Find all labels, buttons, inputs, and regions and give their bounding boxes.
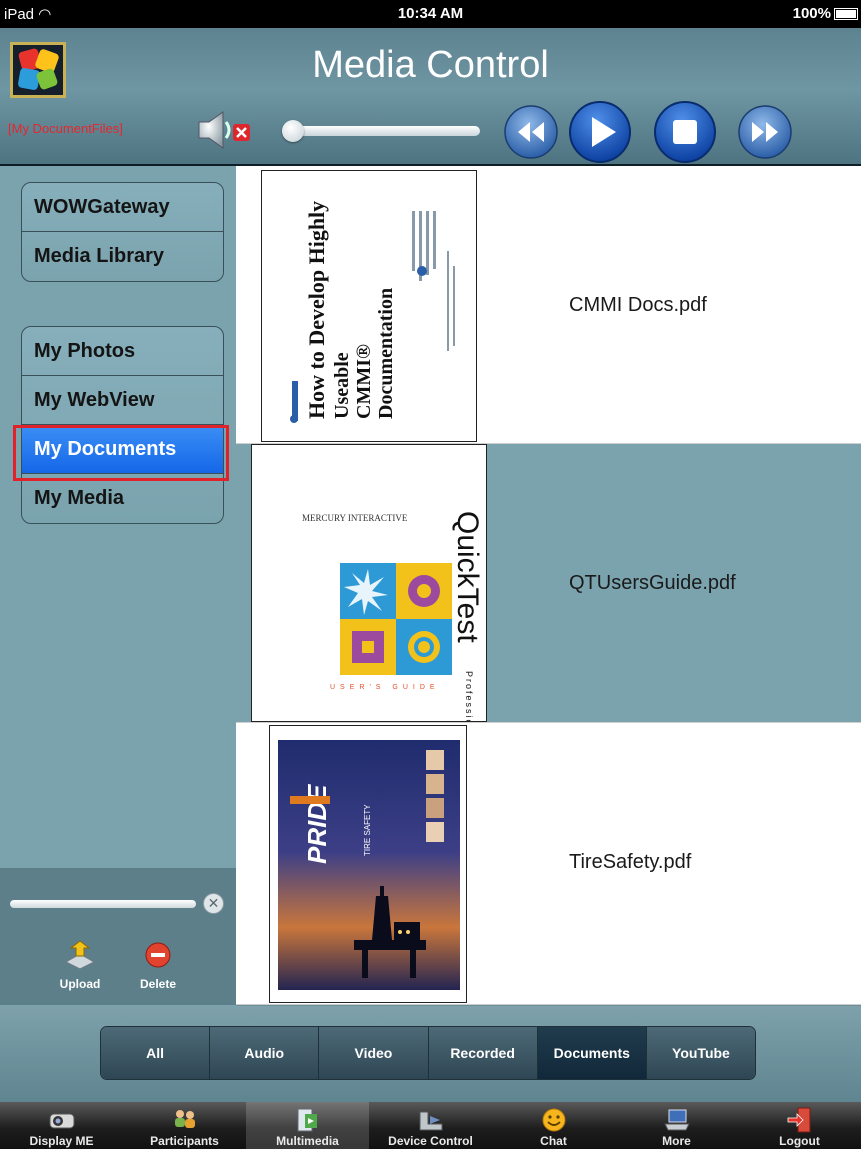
device-control-icon bbox=[419, 1111, 442, 1131]
logout-icon bbox=[787, 1107, 810, 1133]
tab-chat[interactable]: Chat bbox=[492, 1102, 615, 1149]
volume-slider-knob[interactable] bbox=[282, 120, 304, 142]
volume-slider-track[interactable] bbox=[284, 126, 480, 136]
sidebar-actions: ✕ Upload Delete bbox=[0, 868, 236, 1005]
tab-label: Chat bbox=[540, 1134, 567, 1148]
tab-label: Display ME bbox=[29, 1134, 94, 1148]
stop-icon[interactable] bbox=[653, 100, 717, 164]
upload-icon bbox=[64, 940, 96, 970]
thumb-title: QuickTest bbox=[451, 511, 484, 643]
thumb-subtitle: TIRE SAFETY bbox=[363, 804, 372, 856]
clock: 10:34 AM bbox=[397, 5, 464, 22]
speaker-muted-icon[interactable] bbox=[193, 108, 253, 152]
current-folder-label: [My DocumentFiles] bbox=[8, 121, 123, 136]
thumb-title-line2: Useable bbox=[331, 352, 353, 419]
list-item[interactable]: MERCURY INTERACTIVE QuickTest Profession… bbox=[236, 444, 861, 723]
play-icon[interactable] bbox=[568, 100, 632, 164]
progress-slider[interactable] bbox=[10, 900, 196, 908]
upload-label: Upload bbox=[59, 977, 101, 991]
tab-bar: Display ME Participants Multimedia Devic… bbox=[0, 1102, 861, 1149]
tab-label: Multimedia bbox=[276, 1134, 339, 1148]
laptop-icon bbox=[663, 1109, 690, 1131]
rewind-icon[interactable] bbox=[503, 104, 559, 160]
page-title: Media Control bbox=[312, 44, 549, 86]
delete-label: Delete bbox=[139, 977, 177, 991]
media-control-header: Media Control [My DocumentFiles] bbox=[0, 28, 861, 166]
tab-logout[interactable]: Logout bbox=[738, 1102, 861, 1149]
projector-icon bbox=[49, 1113, 74, 1129]
document-thumbnail: How to Develop Highly Useable CMMI® Docu… bbox=[261, 170, 477, 442]
tab-more[interactable]: More bbox=[615, 1102, 738, 1149]
tab-label: Device Control bbox=[388, 1134, 473, 1148]
filter-all[interactable]: All bbox=[101, 1027, 211, 1079]
sidebar-item-my-media[interactable]: My Media bbox=[22, 474, 223, 523]
thumb-title-line1: How to Develop Highly bbox=[304, 201, 329, 419]
sidebar-item-my-webview[interactable]: My WebView bbox=[22, 376, 223, 425]
tab-device-control[interactable]: Device Control bbox=[369, 1102, 492, 1149]
upload-button[interactable]: Upload bbox=[50, 940, 110, 991]
thumb-brand: MERCURY INTERACTIVE bbox=[302, 513, 408, 523]
list-item[interactable]: How to Develop Highly Useable CMMI® Docu… bbox=[236, 166, 861, 444]
battery-percent: 100% bbox=[792, 5, 831, 22]
tab-label: More bbox=[662, 1134, 691, 1148]
thumb-brand: PRIDE bbox=[302, 784, 332, 864]
clear-icon[interactable]: ✕ bbox=[203, 893, 224, 914]
sidebar-item-my-photos[interactable]: My Photos bbox=[22, 327, 223, 376]
smiley-icon bbox=[542, 1108, 565, 1132]
document-thumbnail: MERCURY INTERACTIVE QuickTest Profession… bbox=[251, 444, 487, 722]
tab-label: Logout bbox=[779, 1134, 820, 1148]
thumb-footer: USER'S GUIDE bbox=[330, 684, 440, 691]
filter-audio[interactable]: Audio bbox=[210, 1027, 320, 1079]
fast-forward-icon[interactable] bbox=[737, 104, 793, 160]
delete-icon bbox=[145, 942, 171, 968]
multimedia-icon bbox=[297, 1108, 317, 1132]
tab-label: Participants bbox=[150, 1134, 219, 1148]
filter-recorded[interactable]: Recorded bbox=[428, 1027, 538, 1079]
document-list: How to Develop Highly Useable CMMI® Docu… bbox=[236, 166, 861, 1005]
filter-video[interactable]: Video bbox=[319, 1027, 429, 1079]
tab-display-me[interactable]: Display ME bbox=[0, 1102, 123, 1149]
media-type-filter: All Audio Video Recorded Documents YouTu… bbox=[100, 1026, 756, 1080]
filter-youtube[interactable]: YouTube bbox=[646, 1027, 755, 1079]
gateway-nav-group: WOWGateway Media Library bbox=[21, 182, 224, 282]
filter-bar: All Audio Video Recorded Documents YouTu… bbox=[0, 1006, 861, 1102]
battery-icon bbox=[834, 8, 858, 20]
tab-multimedia[interactable]: Multimedia bbox=[246, 1102, 369, 1149]
document-name: TireSafety.pdf bbox=[569, 851, 692, 873]
sidebar-item-media-library[interactable]: Media Library bbox=[22, 232, 223, 281]
status-bar: iPad ◠ 10:34 AM 100% bbox=[0, 0, 861, 28]
filter-documents[interactable]: Documents bbox=[537, 1027, 647, 1079]
selection-highlight bbox=[13, 425, 229, 481]
document-name: QTUsersGuide.pdf bbox=[569, 572, 736, 594]
thumb-title-line3: CMMI® bbox=[353, 344, 375, 419]
tab-participants[interactable]: Participants bbox=[123, 1102, 246, 1149]
document-name: CMMI Docs.pdf bbox=[569, 294, 707, 316]
sidebar-item-wowgateway[interactable]: WOWGateway bbox=[22, 183, 223, 232]
delete-button[interactable]: Delete bbox=[128, 940, 188, 991]
participants-icon bbox=[174, 1110, 195, 1128]
thumb-subtitle: Professional bbox=[464, 671, 474, 722]
list-item[interactable]: PRIDE TIRE SAFETY TireSafety.pdf bbox=[236, 723, 861, 1005]
document-thumbnail: PRIDE TIRE SAFETY bbox=[269, 725, 467, 1003]
thumb-title-line4: Documentation bbox=[375, 288, 397, 419]
